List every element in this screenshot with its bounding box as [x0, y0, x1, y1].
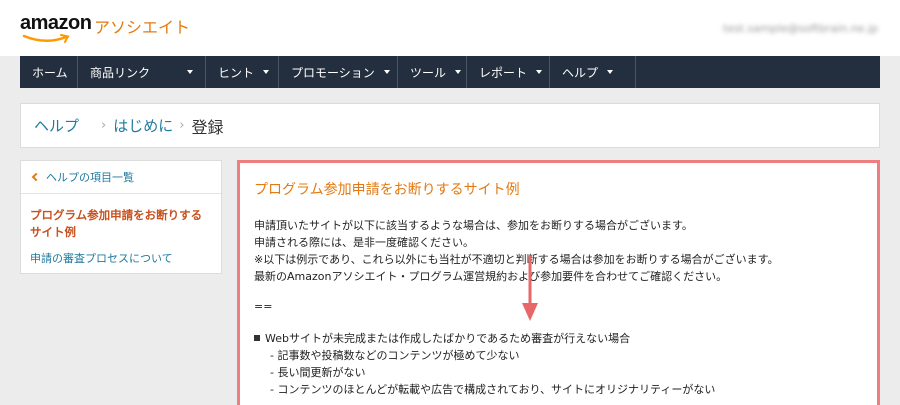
caret-down-icon: [607, 70, 614, 74]
help-sidebar: ヘルプの項目一覧 プログラム参加申請をお断りするサイト例 申請の審査プロセスにつ…: [20, 160, 222, 274]
section-separator: ==: [254, 300, 273, 313]
breadcrumb-separator: ›: [179, 118, 185, 133]
square-bullet-icon: [254, 335, 260, 341]
sidebar-item-active: プログラム参加申請をお断りするサイト例: [30, 208, 203, 239]
top-bar: amazon アソシエイト test.sample@softbrain.ne.j…: [0, 0, 900, 56]
sub-item: - コンテンツのほとんどが転載や広告で構成されており、サイトにオリジナリティーが…: [270, 383, 716, 396]
breadcrumb: ヘルプ › はじめに › 登録: [20, 103, 880, 148]
page-title: プログラム参加申請をお断りするサイト例: [254, 182, 520, 198]
breadcrumb-help[interactable]: ヘルプ: [34, 115, 79, 136]
sub-item: - 長い間更新がない: [270, 366, 366, 379]
breadcrumb-current: 登録: [191, 117, 224, 137]
nav-promotions[interactable]: プロモーション: [279, 56, 398, 88]
paragraph: 最新のAmazonアソシエイト・プログラム運営規約および参加要件を合わせてご確認…: [254, 270, 728, 283]
paragraph: 申請される際には、是非一度確認ください。: [254, 236, 474, 249]
logo-subtitle: アソシエイト: [94, 18, 191, 37]
bullet-item: Webサイトが未完成または作成したばかりであるため審査が行えない場合: [254, 330, 877, 347]
caret-down-icon: [263, 70, 270, 74]
caret-down-icon: [383, 70, 390, 74]
down-arrow-annotation-icon: [522, 255, 538, 321]
chevron-left-icon: [31, 172, 41, 182]
help-topics-back-link[interactable]: ヘルプの項目一覧: [21, 161, 221, 194]
smile-arrow-icon: [22, 34, 70, 43]
nav-help[interactable]: ヘルプ: [550, 56, 636, 88]
main-content: プログラム参加申請をお断りするサイト例 申請頂いたサイトが以下に該当するような場…: [237, 160, 880, 405]
nav-home[interactable]: ホーム: [20, 56, 78, 88]
caret-down-icon: [536, 70, 543, 74]
nav-tools[interactable]: ツール: [398, 56, 467, 88]
logo-wordmark: amazon: [20, 12, 92, 34]
paragraph: ※以下は例示であり、これら以外にも当社が不適切と判断する場合は参加をお断りする場…: [254, 253, 779, 266]
nav-reports[interactable]: レポート: [467, 56, 550, 88]
nav-product-links[interactable]: 商品リンク: [78, 56, 206, 88]
sidebar-item-review-process[interactable]: 申請の審査プロセスについて: [21, 241, 221, 266]
sub-item: - 記事数や投稿数などのコンテンツが極めて少ない: [270, 349, 520, 362]
breadcrumb-getting-started[interactable]: はじめに: [113, 115, 173, 136]
caret-down-icon: [187, 70, 193, 74]
nav-hints[interactable]: ヒント: [206, 56, 279, 88]
caret-down-icon: [455, 70, 462, 74]
paragraph: 申請頂いたサイトが以下に該当するような場合は、参加をお断りする場合がございます。: [254, 219, 693, 232]
breadcrumb-separator: ›: [101, 118, 107, 133]
user-email: test.sample@softbrain.ne.jp: [722, 22, 878, 35]
main-nav: ホーム 商品リンク ヒント プロモーション ツール レポート ヘルプ: [20, 56, 880, 88]
